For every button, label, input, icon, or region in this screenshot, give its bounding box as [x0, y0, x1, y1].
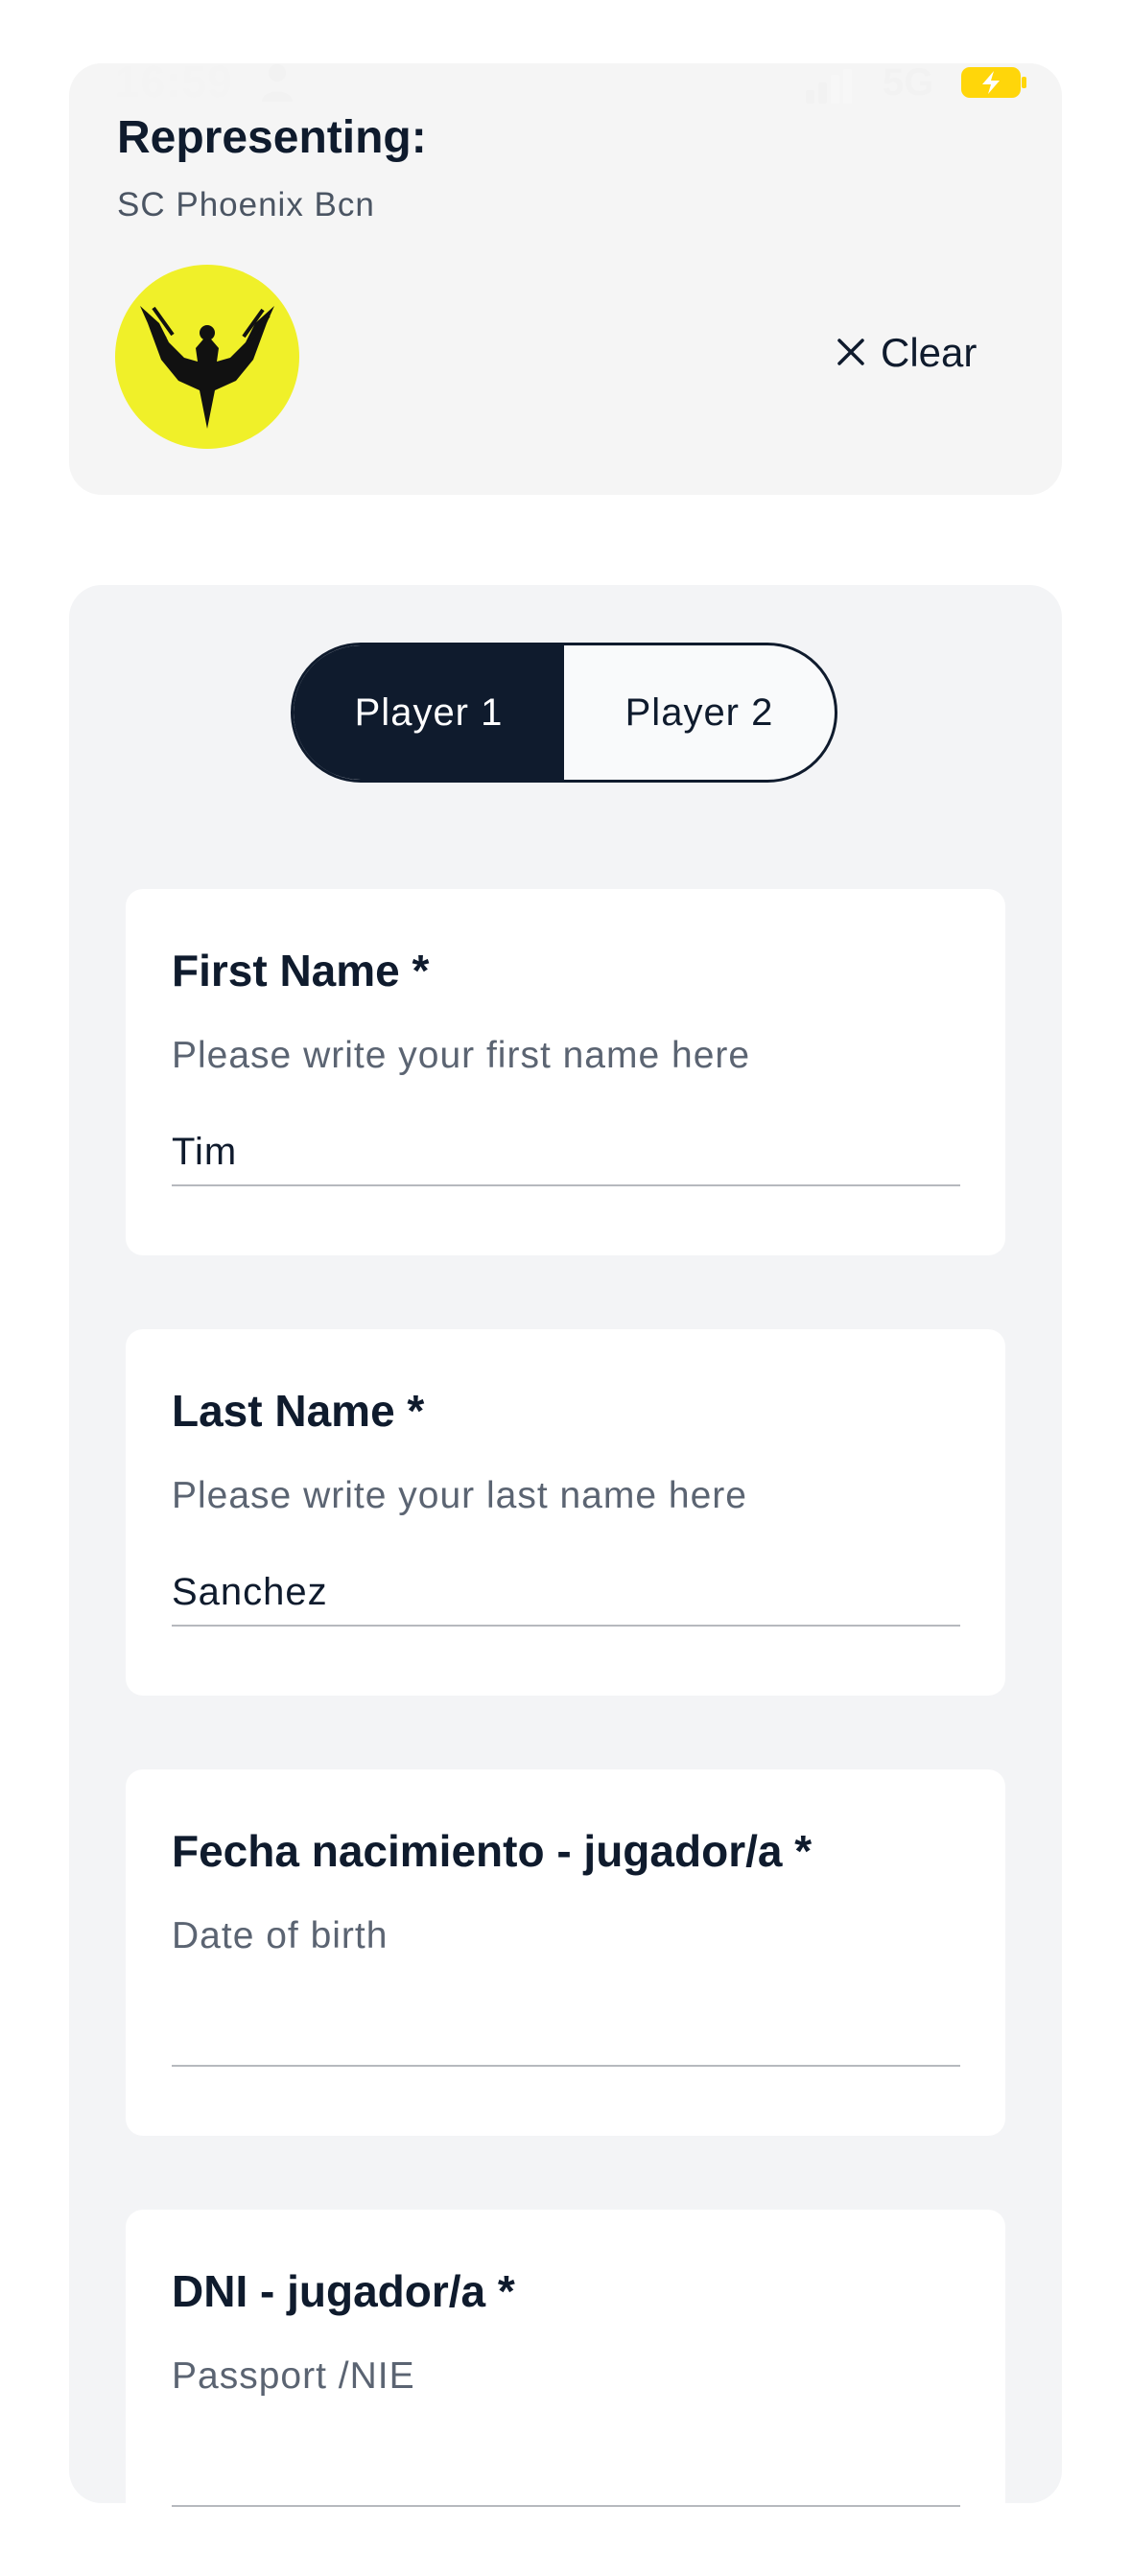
player-form-panel: Player 1 Player 2 First Name * Please wr…	[69, 585, 1062, 2576]
dni-help: Passport /NIE	[172, 2355, 415, 2397]
last-name-card: Last Name * Please write your last name …	[126, 1329, 1005, 1696]
birth-date-label: Fecha nacimiento - jugador/a *	[172, 1826, 813, 1876]
dni-input[interactable]	[172, 2440, 960, 2507]
first-name-input[interactable]	[172, 1119, 960, 1186]
clear-button[interactable]: Clear	[836, 324, 977, 382]
last-name-input[interactable]	[172, 1559, 960, 1627]
birth-date-input[interactable]	[172, 2000, 960, 2067]
dni-card: DNI - jugador/a * Passport /NIE	[126, 2210, 1005, 2576]
team-heading: Representing:	[117, 112, 427, 163]
birth-date-card: Fecha nacimiento - jugador/a * Date of b…	[126, 1769, 1005, 2136]
birth-date-help: Date of birth	[172, 1915, 389, 1956]
dni-label: DNI - jugador/a *	[172, 2266, 515, 2316]
team-card: Representing: SC Phoenix Bcn Clear	[69, 63, 1062, 495]
last-name-label: Last Name *	[172, 1386, 425, 1436]
last-name-help: Please write your last name here	[172, 1475, 747, 1516]
first-name-card: First Name * Please write your first nam…	[126, 889, 1005, 1255]
team-name: SC Phoenix Bcn	[117, 186, 375, 223]
player-1-tab[interactable]: Player 1	[294, 645, 564, 780]
phoenix-logo-icon	[115, 265, 299, 449]
close-icon	[836, 330, 865, 376]
player-2-tab[interactable]: Player 2	[564, 645, 835, 780]
player-toggle: Player 1 Player 2	[291, 643, 837, 783]
first-name-help: Please write your first name here	[172, 1035, 751, 1076]
first-name-label: First Name *	[172, 946, 430, 995]
clear-label: Clear	[881, 330, 978, 375]
